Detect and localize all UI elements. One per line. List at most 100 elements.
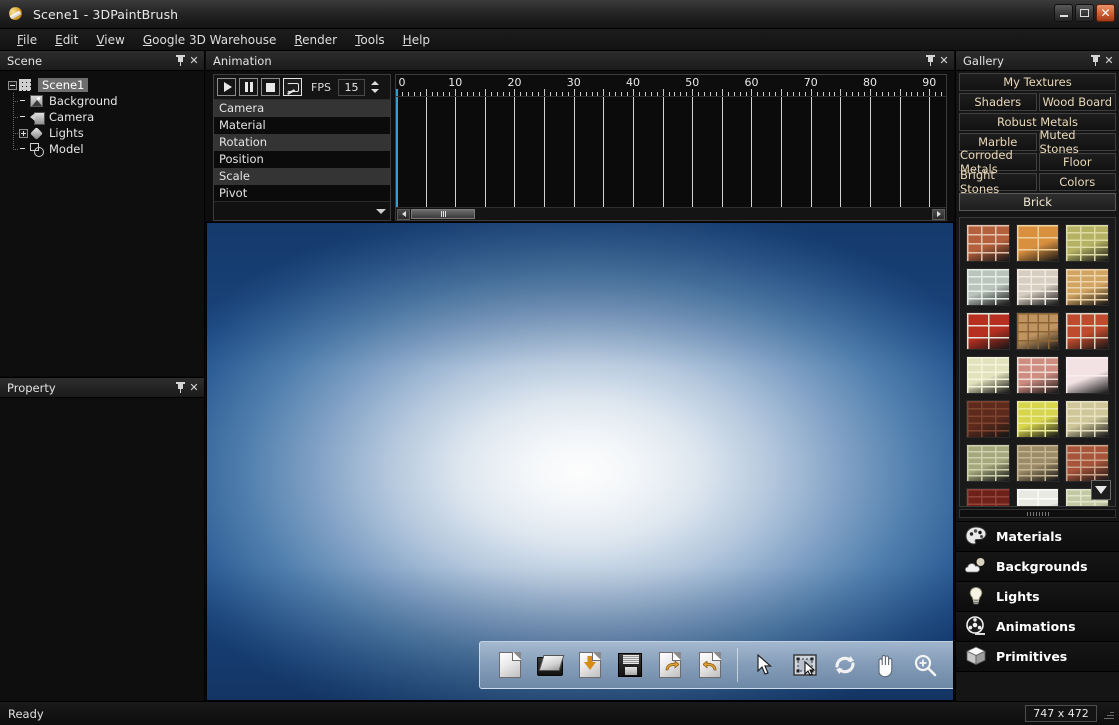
fps-input[interactable]: 15 (337, 78, 365, 96)
tree-item-lights[interactable]: Lights (0, 125, 204, 141)
gallery-tab-my-textures[interactable]: My Textures (959, 73, 1116, 91)
collapse-minus-icon[interactable] (8, 80, 17, 90)
gallery-thumbnail-brick-sand-light[interactable] (1065, 400, 1109, 438)
timeline-hscrollbar[interactable] (396, 207, 946, 220)
scroll-right-button[interactable] (932, 208, 945, 220)
animation-track-camera[interactable]: Camera (214, 100, 390, 117)
gallery-thumbnail-brick-sage-stone[interactable] (966, 444, 1010, 482)
tree-item-scene1[interactable]: Scene1 (0, 77, 204, 93)
menu-help[interactable]: Help (394, 30, 439, 50)
pause-button[interactable] (239, 78, 258, 96)
open-button[interactable] (533, 648, 567, 682)
status-dimensions: 747 x 472 (1025, 705, 1097, 722)
gallery-thumbnail-brick-wood-parquet[interactable] (1015, 312, 1060, 350)
animation-track-position[interactable]: Position (214, 151, 390, 168)
gallery-thumbnail-brick-grey-blue[interactable] (966, 268, 1010, 306)
gallery-tab-muted-stones[interactable]: Muted Stones (1038, 128, 1116, 156)
scroll-left-button[interactable] (397, 208, 410, 220)
stop-button[interactable] (261, 78, 280, 96)
menu-tools[interactable]: Tools (346, 30, 394, 50)
minimize-button[interactable] (1054, 4, 1073, 22)
gallery-category-backgrounds[interactable]: Backgrounds (956, 552, 1119, 582)
gallery-category-primitives[interactable]: Primitives (956, 642, 1119, 672)
gallery-thumbnail-brick-rust-speckle[interactable] (1065, 444, 1109, 482)
gallery-thumbnail-brick-crimson-large[interactable] (966, 312, 1010, 350)
undo-button[interactable] (653, 648, 687, 682)
new-button[interactable] (493, 648, 527, 682)
save-button[interactable] (613, 648, 647, 682)
scene-close-button[interactable]: ✕ (187, 54, 201, 68)
property-pin-button[interactable] (173, 381, 187, 395)
scene-pin-button[interactable] (173, 54, 187, 68)
timeline-ruler[interactable]: 0 10 20 30 40 50 60 70 80 90 (396, 75, 946, 97)
gallery-tab-wood-board[interactable]: Wood Board (1038, 93, 1116, 111)
tree-item-model[interactable]: Model (0, 141, 204, 157)
gallery-scroll-down-button[interactable] (1091, 480, 1111, 500)
gallery-thumbnail-brick-tan-thin[interactable] (1065, 268, 1109, 306)
scroll-thumb[interactable] (411, 209, 475, 219)
close-button[interactable]: ✕ (1096, 4, 1115, 22)
zoom-region-tool[interactable] (948, 648, 953, 682)
pan-tool[interactable] (868, 648, 902, 682)
menu-render[interactable]: Render (285, 30, 346, 50)
menu-view[interactable]: View (87, 30, 133, 50)
animation-track-scale[interactable]: Scale (214, 168, 390, 185)
animation-track-pivot[interactable]: Pivot (214, 185, 390, 201)
animation-track-material[interactable]: Material (214, 117, 390, 134)
gallery-tab-floor[interactable]: Floor (1038, 153, 1116, 171)
gallery-thumbnail-brick-white-rough[interactable] (1015, 268, 1060, 306)
gallery-thumbnail-brick-maroon-deep[interactable] (966, 488, 1010, 506)
animation-timeline[interactable]: 0 10 20 30 40 50 60 70 80 90 (395, 74, 947, 221)
animation-pin-button[interactable] (923, 54, 937, 68)
viewport-3d[interactable] (206, 222, 954, 701)
gallery-thumbnail-brick-olive-rough[interactable] (1065, 224, 1109, 262)
timeline-grid[interactable] (396, 97, 946, 207)
import-button[interactable] (573, 648, 607, 682)
gallery-category-animations[interactable]: Animations (956, 612, 1119, 642)
select-tool[interactable] (748, 648, 782, 682)
tree-item-camera[interactable]: Camera (0, 109, 204, 125)
gallery-pin-button[interactable] (1088, 54, 1102, 68)
menu-google-3d-warehouse[interactable]: Google 3D Warehouse (134, 30, 286, 50)
gallery-tab-brick[interactable]: Brick (959, 193, 1116, 211)
menu-edit[interactable]: Edit (46, 30, 87, 50)
rotate-tool[interactable] (828, 648, 862, 682)
gallery-thumbnail-area[interactable] (959, 217, 1116, 507)
gallery-thumbnail-brick-yellow-glaze[interactable] (1015, 400, 1060, 438)
gallery-tab-colors[interactable]: Colors (1038, 173, 1116, 191)
gallery-tab-shaders[interactable]: Shaders (959, 93, 1037, 111)
gallery-thumbnail-brick-pink-mottled[interactable] (1015, 356, 1060, 394)
gallery-hscrollbar[interactable] (959, 509, 1116, 518)
gallery-thumbnail-brick-cream-pale[interactable] (966, 356, 1010, 394)
tree-item-background[interactable]: Background (0, 93, 204, 109)
play-button[interactable] (217, 78, 236, 96)
gallery-thumbnail-brick-blush-plain[interactable] (1065, 356, 1109, 394)
gallery-category-materials[interactable]: Materials (956, 522, 1119, 552)
move-tool[interactable] (788, 648, 822, 682)
timeline-playhead[interactable] (396, 97, 398, 207)
ruler-tick (816, 92, 818, 96)
redo-button[interactable] (693, 648, 727, 682)
gallery-thumbnail-brick-orange-block[interactable] (1015, 224, 1060, 262)
gallery-close-button[interactable]: ✕ (1102, 54, 1116, 68)
gallery-thumbnail-brick-mossy-tan[interactable] (1015, 444, 1060, 482)
gallery-thumbnail-brick-white-clean[interactable] (1015, 488, 1060, 506)
fps-spinner[interactable] (370, 79, 381, 96)
chevron-down-icon[interactable] (376, 208, 386, 214)
animation-close-button[interactable]: ✕ (937, 54, 951, 68)
gallery-thumbnail-brick-red-grid[interactable] (1065, 312, 1109, 350)
gallery-tab-bright-stones[interactable]: Bright Stones (959, 168, 1037, 196)
paintbrush-icon (6, 5, 26, 23)
gallery-thumbnail-brick-dark-brown[interactable] (966, 400, 1010, 438)
gallery-category-lights[interactable]: Lights (956, 582, 1119, 612)
resize-grip[interactable] (1101, 707, 1115, 721)
gallery-thumbnail-brick-red-running[interactable] (966, 224, 1010, 262)
ruler-playhead[interactable] (396, 89, 398, 96)
maximize-button[interactable] (1075, 4, 1094, 22)
loop-button[interactable] (283, 78, 302, 96)
expand-plus-icon[interactable] (19, 128, 28, 138)
animation-track-rotation[interactable]: Rotation (214, 134, 390, 151)
zoom-tool[interactable] (908, 648, 942, 682)
menu-file[interactable]: File (8, 30, 46, 50)
property-close-button[interactable]: ✕ (187, 381, 201, 395)
